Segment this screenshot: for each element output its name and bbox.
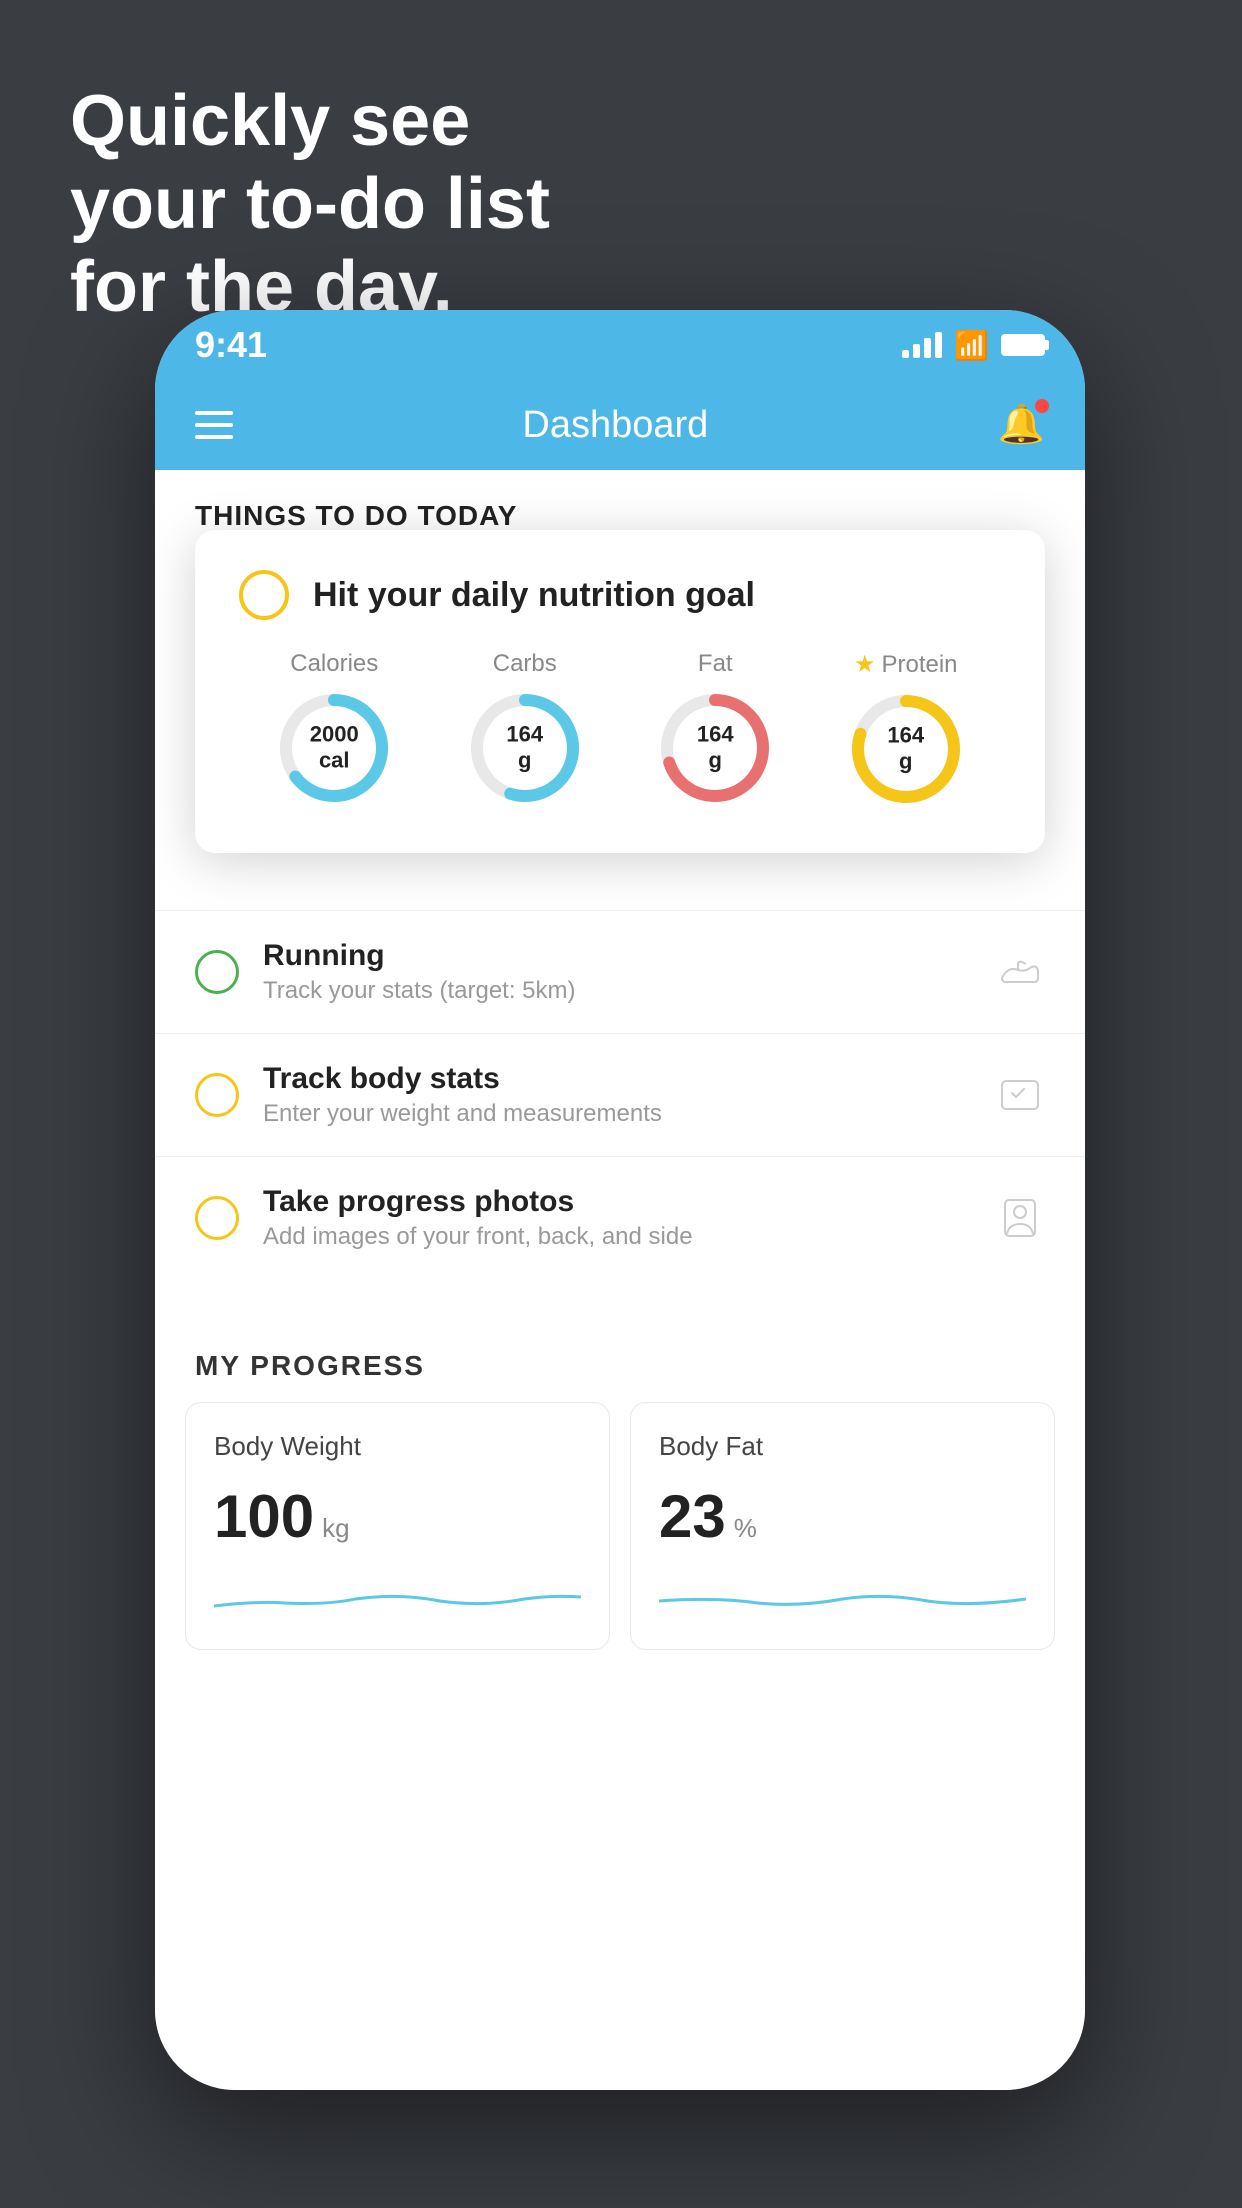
progress-section: MY PROGRESS Body Weight 100 kg: [155, 1320, 1085, 1680]
notification-dot: [1035, 399, 1049, 413]
todo-bodystats-subtitle: Enter your weight and measurements: [263, 1100, 971, 1128]
todo-running-circle: [195, 950, 239, 994]
calories-donut: 2000cal: [274, 688, 394, 808]
progress-cards: Body Weight 100 kg Body Fat 23: [155, 1402, 1085, 1680]
todo-bodystats-text: Track body stats Enter your weight and m…: [263, 1062, 971, 1128]
body-weight-card: Body Weight 100 kg: [185, 1402, 610, 1650]
body-fat-unit: %: [734, 1513, 757, 1544]
nav-bar: Dashboard 🔔: [155, 380, 1085, 470]
body-fat-sparkline: [659, 1571, 1026, 1621]
card-title-row: Hit your daily nutrition goal: [239, 570, 1001, 620]
status-icons: 📶: [902, 329, 1045, 362]
nutrition-card: Hit your daily nutrition goal Calories 2…: [195, 530, 1045, 853]
todo-bodystats-circle: [195, 1073, 239, 1117]
fat-value: 164g: [697, 722, 734, 775]
calories-label: Calories: [290, 650, 378, 678]
todo-photos-circle: [195, 1196, 239, 1240]
battery-icon: [1001, 334, 1045, 356]
todo-running-text: Running Track your stats (target: 5km): [263, 939, 971, 1005]
protein-label-row: ★ Protein: [854, 650, 958, 679]
todo-bodystats-title: Track body stats: [263, 1062, 971, 1096]
notification-bell[interactable]: 🔔: [998, 403, 1045, 447]
fat-label: Fat: [698, 650, 733, 678]
headline-line1: Quickly see: [70, 80, 550, 163]
todo-photos-title: Take progress photos: [263, 1185, 971, 1219]
body-fat-number: 23: [659, 1482, 726, 1551]
signal-icon: [902, 332, 942, 358]
body-fat-value: 23 %: [659, 1482, 1026, 1551]
todo-photos-text: Take progress photos Add images of your …: [263, 1185, 971, 1251]
todo-progress-photos[interactable]: Take progress photos Add images of your …: [155, 1156, 1085, 1279]
body-weight-title: Body Weight: [214, 1431, 581, 1462]
nutrition-carbs: Carbs 164g: [465, 650, 585, 808]
hamburger-menu[interactable]: [195, 411, 233, 439]
main-content: THINGS TO DO TODAY Hit your daily nutrit…: [155, 470, 1085, 2090]
card-title: Hit your daily nutrition goal: [313, 576, 755, 615]
body-weight-value: 100 kg: [214, 1482, 581, 1551]
headline-line2: your to-do list: [70, 163, 550, 246]
nutrition-circle-icon: [239, 570, 289, 620]
nutrition-fat: Fat 164g: [655, 650, 775, 808]
progress-header: MY PROGRESS: [155, 1320, 1085, 1402]
body-weight-unit: kg: [322, 1513, 349, 1544]
wifi-icon: 📶: [954, 329, 989, 362]
fat-donut: 164g: [655, 688, 775, 808]
portrait-icon: [995, 1193, 1045, 1243]
nutrition-row: Calories 2000cal Carbs: [239, 650, 1001, 809]
todo-running-subtitle: Track your stats (target: 5km): [263, 977, 971, 1005]
body-fat-card: Body Fat 23 %: [630, 1402, 1055, 1650]
protein-label: Protein: [881, 651, 957, 679]
shoe-icon: [995, 947, 1045, 997]
body-weight-number: 100: [214, 1482, 314, 1551]
todo-list: Running Track your stats (target: 5km) T…: [155, 910, 1085, 1279]
carbs-value: 164g: [506, 722, 543, 775]
todo-running[interactable]: Running Track your stats (target: 5km): [155, 910, 1085, 1033]
phone-shell: 9:41 📶 Dashboard 🔔 THINGS TO DO TODAY: [155, 310, 1085, 2090]
nutrition-calories: Calories 2000cal: [274, 650, 394, 808]
star-icon: ★: [854, 650, 876, 679]
scale-icon: [995, 1070, 1045, 1120]
body-fat-title: Body Fat: [659, 1431, 1026, 1462]
calories-value: 2000cal: [310, 722, 359, 775]
todo-body-stats[interactable]: Track body stats Enter your weight and m…: [155, 1033, 1085, 1156]
protein-value: 164g: [887, 723, 924, 776]
carbs-label: Carbs: [493, 650, 557, 678]
carbs-donut: 164g: [465, 688, 585, 808]
nav-title: Dashboard: [522, 404, 708, 447]
status-time: 9:41: [195, 324, 267, 366]
todo-photos-subtitle: Add images of your front, back, and side: [263, 1223, 971, 1251]
body-weight-sparkline: [214, 1571, 581, 1621]
todo-running-title: Running: [263, 939, 971, 973]
status-bar: 9:41 📶: [155, 310, 1085, 380]
headline: Quickly see your to-do list for the day.: [70, 80, 550, 328]
protein-donut: 164g: [846, 689, 966, 809]
nutrition-protein: ★ Protein 164g: [846, 650, 966, 809]
